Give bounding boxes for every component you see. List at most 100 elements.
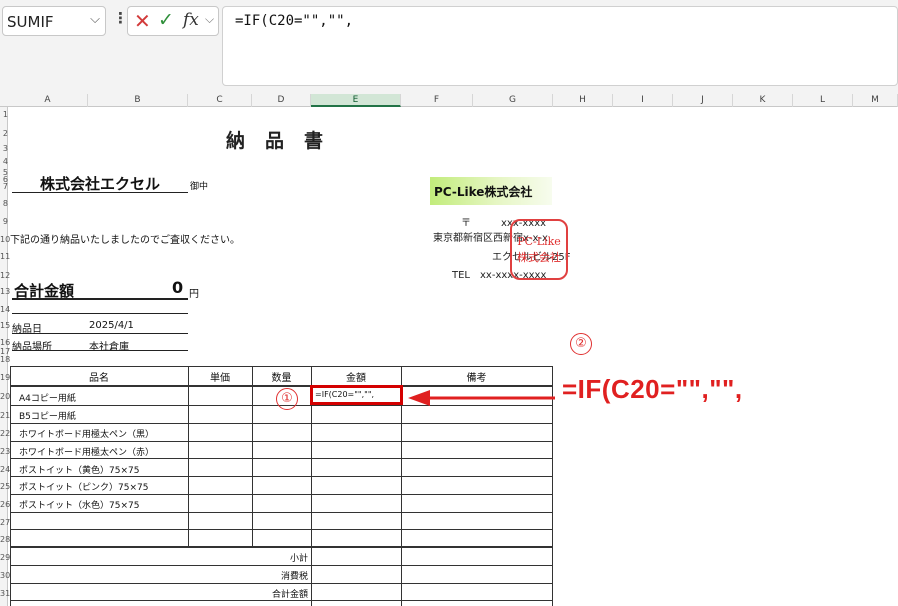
row-header[interactable]: 23 xyxy=(0,447,10,456)
table-line xyxy=(10,583,552,584)
column-header-m[interactable]: M xyxy=(853,94,898,107)
column-header-f[interactable]: F xyxy=(401,94,473,107)
divider xyxy=(12,333,188,334)
arrow-left-icon xyxy=(408,390,555,406)
row-header[interactable]: 14 xyxy=(0,305,10,314)
table-line xyxy=(10,494,552,495)
column-header-h[interactable]: H xyxy=(553,94,613,107)
cancel-icon[interactable]: ✕ xyxy=(134,9,151,33)
customer-underline xyxy=(12,192,188,193)
customer-name: 株式会社エクセル xyxy=(40,175,161,193)
divider xyxy=(12,313,188,314)
row-header[interactable]: 3 xyxy=(0,144,8,153)
formula-controls: ✕ ✓ fx ⌵ xyxy=(127,6,219,36)
column-header-c[interactable]: C xyxy=(188,94,252,107)
row-header[interactable]: 12 xyxy=(0,271,10,280)
grand-total-label: 合計金額 xyxy=(271,590,308,600)
row-header[interactable]: 10 xyxy=(0,235,10,244)
column-header-b[interactable]: B xyxy=(88,94,188,107)
active-cell-text: =IF(C20="","", xyxy=(315,390,375,399)
row-header[interactable]: 20 xyxy=(0,392,10,401)
total-value: 0 xyxy=(172,278,184,297)
row-header[interactable]: 11 xyxy=(0,252,10,261)
row-header[interactable]: 28 xyxy=(0,535,10,544)
table-line xyxy=(10,565,552,566)
total-underline xyxy=(12,298,188,300)
document-title: 納品書 xyxy=(226,130,344,152)
enter-icon[interactable]: ✓ xyxy=(158,9,174,31)
formula-toolbar: SUMIF ⌵ ⋮ ✕ ✓ fx ⌵ =IF(C20="","", xyxy=(0,0,898,96)
row-header[interactable]: 16 xyxy=(0,338,10,347)
name-box[interactable]: SUMIF ⌵ xyxy=(2,6,106,36)
column-header-g[interactable]: G xyxy=(473,94,553,107)
stamp-line2: 株式会社 xyxy=(517,251,561,264)
company-stamp: PC-Like 株式会社 xyxy=(510,219,568,280)
column-header-i[interactable]: I xyxy=(613,94,673,107)
total-unit: 円 xyxy=(189,289,199,300)
row-header[interactable]: 7 xyxy=(0,182,8,191)
row-header[interactable]: 31 xyxy=(0,589,10,598)
table-line xyxy=(10,423,552,424)
table-row-item[interactable]: B5コピー用紙 xyxy=(19,409,76,422)
table-row-item[interactable]: ポストイット（水色）75×75 xyxy=(19,498,139,511)
row-header[interactable]: 8 xyxy=(0,199,8,208)
row-header[interactable]: 4 xyxy=(0,157,8,166)
row-header[interactable]: 26 xyxy=(0,500,10,509)
column-header-j[interactable]: J xyxy=(673,94,733,107)
stamp-line1: PC-Like xyxy=(517,235,561,248)
delivery-date-value: 2025/4/1 xyxy=(89,320,134,331)
table-row-item[interactable]: ホワイトボード用極太ペン（赤） xyxy=(19,445,154,458)
column-header-a[interactable]: A xyxy=(8,94,88,107)
row-header[interactable]: 19 xyxy=(0,373,10,382)
tax-label: 消費税 xyxy=(280,572,308,582)
table-row-item[interactable]: ポストイット（ピンク）75×75 xyxy=(19,480,148,493)
table-line xyxy=(10,441,552,442)
table-border xyxy=(10,366,552,367)
row-header[interactable]: 27 xyxy=(0,518,10,527)
row-header[interactable]: 30 xyxy=(0,571,10,580)
table-line xyxy=(10,600,552,601)
row-header[interactable]: 21 xyxy=(0,411,10,420)
table-line xyxy=(252,366,253,547)
header-remarks: 備考 xyxy=(466,373,487,384)
table-line xyxy=(10,458,552,459)
insert-function-icon[interactable]: fx xyxy=(183,10,199,30)
chevron-down-icon[interactable]: ⌵ xyxy=(90,12,100,27)
column-header-k[interactable]: K xyxy=(733,94,793,107)
row-header[interactable]: 29 xyxy=(0,553,10,562)
formula-input[interactable]: =IF(C20="","", xyxy=(222,6,898,86)
row-header[interactable]: 15 xyxy=(0,321,10,330)
company-logo: PC-Like株式会社 xyxy=(430,177,552,205)
header-item-name: 品名 xyxy=(89,373,109,384)
honorific: 御中 xyxy=(190,182,209,192)
row-header[interactable]: 13 xyxy=(0,287,10,296)
row-header[interactable]: 22 xyxy=(0,429,10,438)
column-header-d[interactable]: D xyxy=(252,94,311,107)
chevron-down-icon[interactable]: ⌵ xyxy=(205,12,214,27)
name-box-value: SUMIF xyxy=(7,13,54,31)
column-header-l[interactable]: L xyxy=(793,94,853,107)
table-row-item[interactable]: ホワイトボード用極太ペン（黒） xyxy=(19,427,154,440)
header-unit-price: 単価 xyxy=(210,373,230,384)
row-header[interactable]: 18 xyxy=(0,355,10,364)
more-options-icon[interactable]: ⋮ xyxy=(113,9,128,27)
header-quantity: 数量 xyxy=(271,373,292,384)
row-header[interactable]: 2 xyxy=(0,129,8,138)
row-header[interactable]: 24 xyxy=(0,465,10,474)
table-row-item[interactable]: ポストイット（黄色）75×75 xyxy=(19,463,139,476)
column-header-e[interactable]: E xyxy=(311,94,401,107)
row-header[interactable]: 1 xyxy=(0,110,8,119)
row-header[interactable]: 9 xyxy=(0,217,8,226)
notice-text: 下記の通り納品いたしましたのでご査収ください。 xyxy=(10,235,240,246)
row-header[interactable]: 25 xyxy=(0,482,10,491)
annotation-marker-1: ① xyxy=(276,388,298,410)
table-line xyxy=(10,476,552,477)
active-cell-e20[interactable]: =IF(C20="","", xyxy=(310,385,403,405)
annotation-formula: =IF(C20="","", xyxy=(562,374,743,404)
table-row-item[interactable]: A4コピー用紙 xyxy=(19,391,76,404)
table-line xyxy=(10,512,552,513)
row-headers: 1 2 3 4 5 6 7 8 9 10 11 12 13 14 15 16 1… xyxy=(0,107,10,606)
column-headers: A B C D E F G H I J K L M xyxy=(0,94,898,107)
divider xyxy=(12,350,188,351)
company-logo-text: PC-Like株式会社 xyxy=(434,185,533,199)
